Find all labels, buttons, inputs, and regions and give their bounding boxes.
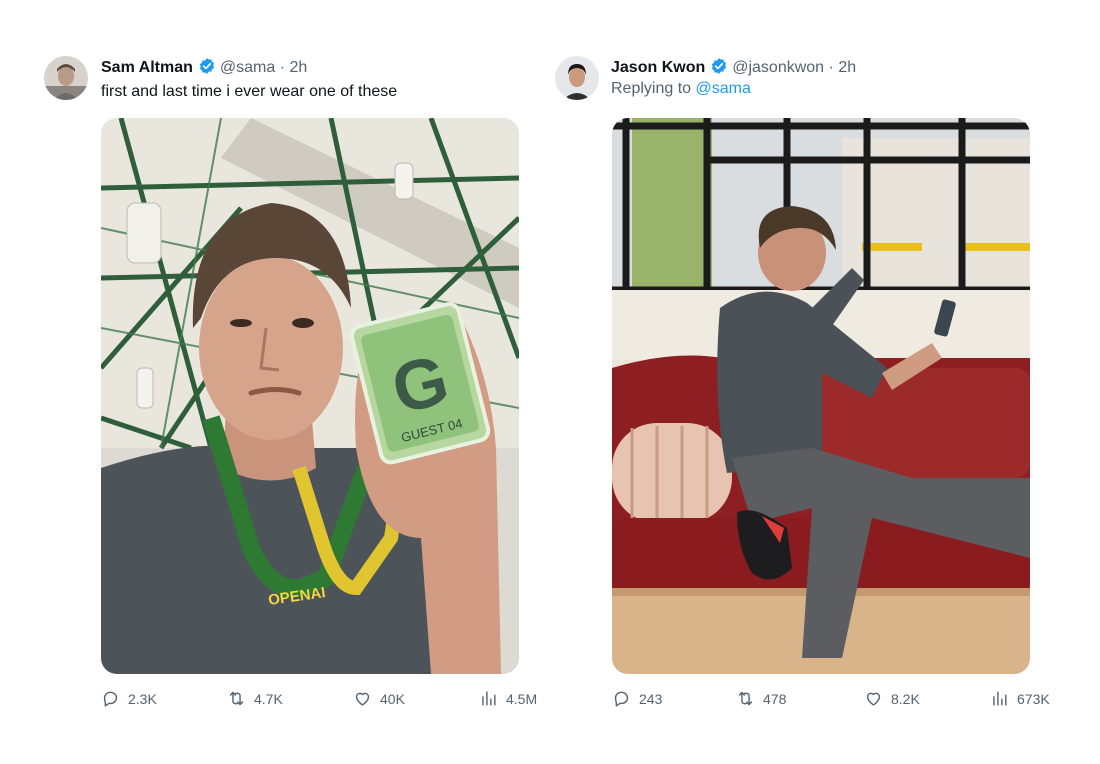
views-button[interactable]: 4.5M bbox=[479, 689, 537, 708]
tweet-sam-altman: Sam Altman @sama · 2h first and last time… bbox=[44, 0, 544, 764]
reply-icon bbox=[103, 691, 118, 707]
views-icon bbox=[993, 691, 1007, 706]
repost-button[interactable]: 478 bbox=[736, 689, 786, 708]
like-button[interactable]: 40K bbox=[353, 689, 405, 708]
repost-count: 4.7K bbox=[254, 690, 283, 707]
tweet-header: Sam Altman @sama · 2h bbox=[101, 57, 307, 81]
heart-icon bbox=[866, 692, 881, 706]
reply-count: 243 bbox=[639, 690, 663, 707]
tweet-text: first and last time i ever wear one of t… bbox=[101, 83, 398, 100]
verified-badge-icon bbox=[710, 57, 728, 81]
replying-to-mention[interactable]: @sama bbox=[696, 80, 751, 97]
like-count: 40K bbox=[380, 690, 405, 707]
author-handle[interactable]: @jasonkwon bbox=[732, 59, 824, 76]
tweet-photo[interactable] bbox=[612, 118, 1030, 674]
view-count: 4.5M bbox=[506, 690, 538, 707]
repost-count: 478 bbox=[763, 690, 787, 707]
repost-button[interactable]: 4.7K bbox=[227, 689, 283, 708]
avatar[interactable] bbox=[555, 56, 599, 100]
tweet-header: Jason Kwon @jasonkwon · 2h bbox=[611, 57, 856, 81]
tweet-photo[interactable]: G GUEST 04 OPENAI bbox=[101, 118, 519, 674]
replying-to-label: Replying to bbox=[611, 80, 692, 97]
repost-icon bbox=[738, 691, 753, 706]
like-button[interactable]: 8.2K bbox=[864, 689, 920, 708]
tweet-actions: 2.3K 4.7K 40K 4.5M bbox=[101, 689, 541, 711]
view-count: 673K bbox=[1017, 690, 1050, 707]
repost-icon bbox=[229, 691, 244, 706]
tweet-jason-kwon: Jason Kwon @jasonkwon · 2h Replying to @s… bbox=[555, 0, 1055, 764]
separator-dot: · bbox=[279, 59, 286, 76]
reply-button[interactable]: 2.3K bbox=[101, 689, 157, 708]
heart-icon bbox=[355, 692, 370, 706]
separator-dot: · bbox=[828, 59, 834, 76]
views-button[interactable]: 673K bbox=[990, 689, 1050, 708]
reply-button[interactable]: 243 bbox=[612, 689, 662, 708]
views-icon bbox=[482, 691, 496, 706]
tweet-actions: 243 478 8.2K 673K bbox=[612, 689, 1052, 711]
reply-count: 2.3K bbox=[128, 690, 157, 707]
verified-badge-icon bbox=[198, 57, 216, 81]
post-time[interactable]: 2h bbox=[838, 59, 856, 76]
author-handle[interactable]: @sama bbox=[220, 59, 275, 76]
post-time[interactable]: 2h bbox=[289, 59, 307, 76]
replying-to-line: Replying to @sama bbox=[611, 80, 751, 98]
author-name[interactable]: Jason Kwon bbox=[611, 59, 705, 76]
author-name[interactable]: Sam Altman bbox=[101, 59, 193, 76]
avatar[interactable] bbox=[44, 56, 88, 100]
reply-icon bbox=[614, 691, 629, 707]
like-count: 8.2K bbox=[891, 690, 920, 707]
